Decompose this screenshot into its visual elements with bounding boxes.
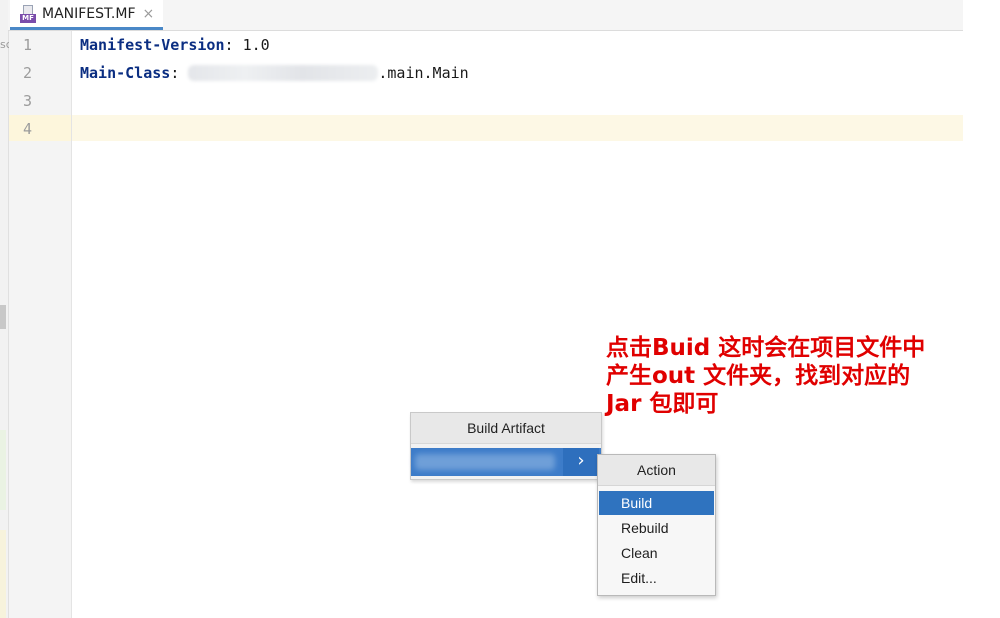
left-tool-strip: sc: [0, 0, 12, 618]
current-line-highlight: [72, 115, 963, 141]
editor-tab-bar: MF MANIFEST.MF ×: [8, 0, 963, 31]
menu-item-build[interactable]: Build: [599, 491, 714, 515]
separator: :: [224, 36, 243, 54]
manifest-file-icon: MF: [20, 4, 36, 23]
line-number: 1: [23, 36, 33, 54]
close-icon[interactable]: ×: [143, 6, 155, 22]
manifest-value: .main.Main: [378, 64, 469, 82]
chevron-right-icon[interactable]: ›: [563, 448, 599, 476]
line-number: 2: [23, 64, 33, 82]
manifest-key: Manifest-Version: [80, 36, 225, 54]
manifest-key: Main-Class: [80, 64, 171, 82]
change-marker: [0, 430, 6, 510]
manifest-value: 1.0: [242, 36, 270, 54]
current-line-gutter-highlight: [9, 115, 71, 141]
code-editor[interactable]: Manifest-Version: 1.0 Main-Class: .main.…: [72, 31, 963, 618]
artifact-item[interactable]: ›: [411, 448, 601, 476]
separator: :: [170, 64, 189, 82]
redacted-package-name: [188, 65, 379, 81]
menu-item-edit[interactable]: Edit...: [599, 566, 714, 590]
line-number: 4: [23, 120, 33, 138]
code-line[interactable]: Main-Class: .main.Main: [80, 64, 469, 82]
tab-label: MANIFEST.MF: [42, 5, 136, 22]
action-popup: Action Build Rebuild Clean Edit...: [597, 454, 716, 596]
tab-manifest[interactable]: MF MANIFEST.MF ×: [10, 0, 163, 30]
code-line[interactable]: Manifest-Version: 1.0: [80, 36, 270, 54]
menu-item-rebuild[interactable]: Rebuild: [599, 516, 714, 540]
menu-item-clean[interactable]: Clean: [599, 541, 714, 565]
instruction-annotation: 点击Buid 这时会在项目文件中产生out 文件夹，找到对应的Jar 包即可: [606, 335, 926, 417]
change-marker: [0, 530, 6, 618]
scroll-marker[interactable]: [0, 305, 6, 329]
popup-title: Build Artifact: [411, 413, 601, 444]
line-number: 3: [23, 92, 33, 110]
build-artifact-popup: Build Artifact ›: [410, 412, 602, 480]
popup-title: Action: [598, 455, 715, 486]
line-number-gutter: 1 2 3 4: [9, 31, 72, 618]
redacted-artifact-name: [415, 454, 555, 470]
